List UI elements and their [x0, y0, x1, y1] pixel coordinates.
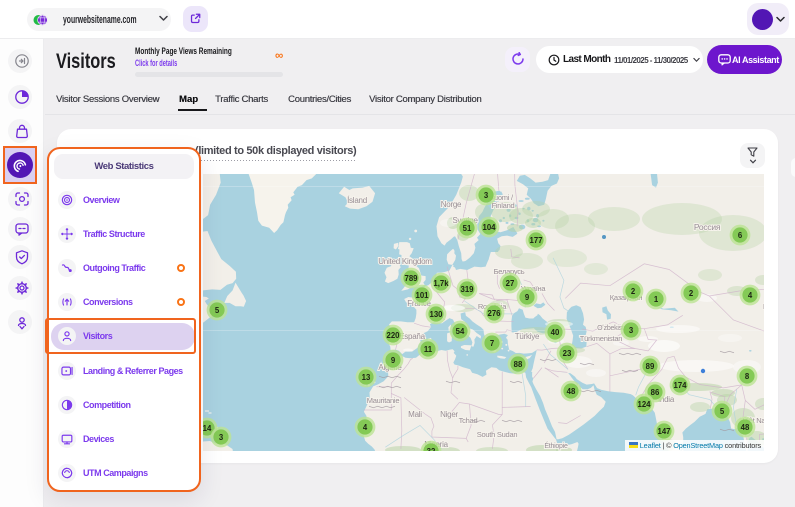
svg-text:147: 147 — [657, 427, 670, 436]
svg-text:United Kingdom: United Kingdom — [378, 257, 432, 266]
svg-text:3: 3 — [219, 433, 224, 442]
svg-text:130: 130 — [429, 310, 443, 319]
svg-text:220: 220 — [386, 331, 400, 340]
svg-text:8: 8 — [745, 372, 750, 381]
svg-text:1,7k: 1,7k — [433, 279, 449, 288]
svg-text:6: 6 — [738, 231, 743, 240]
svg-text:11: 11 — [424, 345, 433, 354]
svg-text:3: 3 — [484, 191, 489, 200]
svg-text:5: 5 — [215, 306, 220, 315]
svg-text:Mali: Mali — [408, 410, 422, 419]
svg-text:14: 14 — [203, 424, 212, 433]
svg-text:1: 1 — [654, 295, 659, 304]
svg-text:Монгол: Монгол — [763, 302, 764, 311]
svg-text:276: 276 — [487, 309, 501, 318]
svg-text:319: 319 — [460, 285, 474, 294]
svg-text:32: 32 — [427, 447, 436, 451]
svg-text:South Sudan: South Sudan — [477, 430, 518, 439]
svg-text:4: 4 — [363, 423, 368, 432]
svg-text:48: 48 — [567, 387, 576, 396]
svg-text:789: 789 — [404, 274, 418, 283]
svg-text:3: 3 — [629, 326, 634, 335]
svg-text:101: 101 — [415, 291, 429, 300]
svg-text:Mauritanie: Mauritanie — [367, 396, 400, 405]
svg-text:104: 104 — [482, 223, 496, 232]
svg-text:2: 2 — [689, 289, 694, 298]
svg-text:Türkiye: Türkiye — [515, 332, 540, 341]
svg-text:Finland: Finland — [492, 201, 515, 210]
svg-text:Niger: Niger — [440, 410, 458, 419]
svg-text:2: 2 — [631, 287, 636, 296]
svg-text:Éthiopie: Éthiopie — [544, 441, 568, 450]
svg-text:51: 51 — [463, 224, 472, 233]
svg-text:48: 48 — [741, 423, 750, 432]
svg-text:Россия: Россия — [694, 222, 721, 232]
svg-text:54: 54 — [456, 327, 465, 336]
svg-text:89: 89 — [646, 362, 655, 371]
svg-text:Norge: Norge — [441, 200, 462, 209]
svg-text:7: 7 — [490, 339, 494, 348]
svg-text:23: 23 — [563, 349, 572, 358]
svg-text:86: 86 — [651, 388, 660, 397]
svg-text:9: 9 — [391, 356, 396, 365]
svg-text:9: 9 — [525, 293, 530, 302]
svg-text:5: 5 — [720, 407, 725, 416]
svg-text:40: 40 — [551, 328, 560, 337]
svg-text:Türkmenistan: Türkmenistan — [580, 334, 623, 343]
svg-text:13: 13 — [362, 373, 371, 382]
svg-text:27: 27 — [506, 279, 515, 288]
svg-text:177: 177 — [529, 236, 542, 245]
svg-text:124: 124 — [637, 400, 651, 409]
svg-text:4: 4 — [748, 291, 753, 300]
svg-text:174: 174 — [673, 381, 687, 390]
svg-text:88: 88 — [514, 360, 523, 369]
svg-text:Ísland: Ísland — [347, 196, 367, 205]
